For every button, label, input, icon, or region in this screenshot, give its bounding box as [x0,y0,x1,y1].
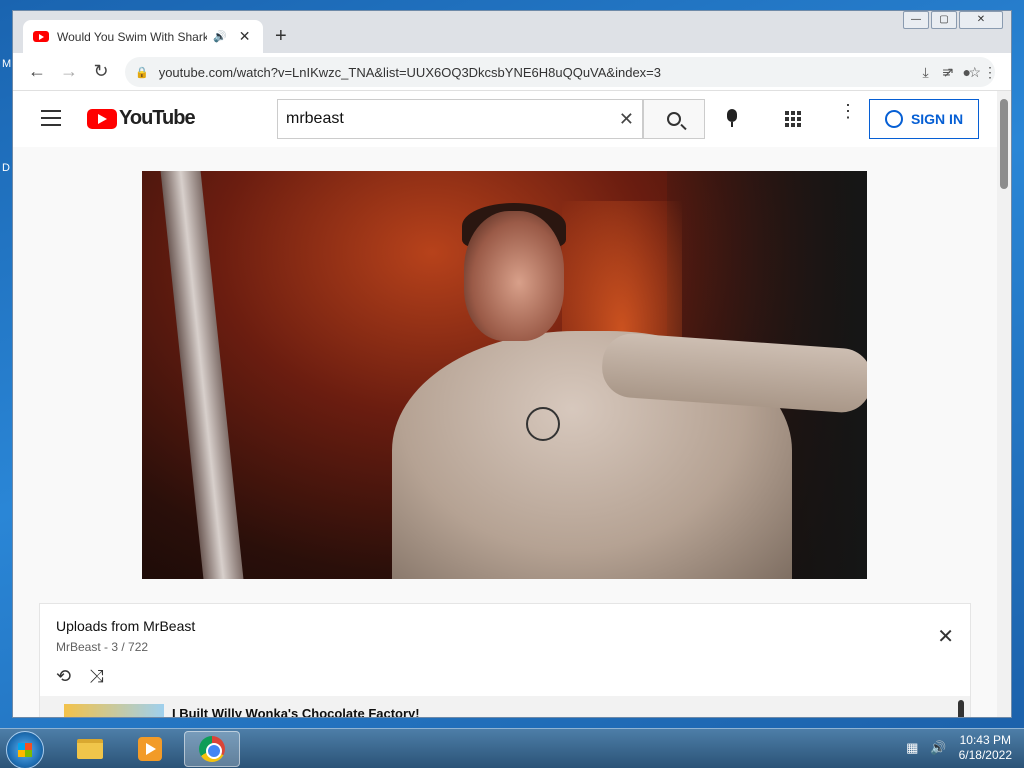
clock-date: 6/18/2022 [958,748,1012,762]
forward-button[interactable]: → [53,61,85,82]
video-thumbnail[interactable] [64,704,164,717]
window-close-button[interactable]: ✕ [959,11,1003,29]
playlist-title[interactable]: Uploads from MrBeast [56,618,195,634]
new-tab-button[interactable]: + [275,25,287,48]
maximize-button[interactable]: ▢ [931,11,957,29]
media-player-icon [138,737,162,761]
tab-strip: Would You Swim With Shark 🔊 ✕ + — ▢ ✕ [13,11,1011,53]
browser-menu-icon[interactable]: ⋮ [983,64,997,81]
hamburger-menu-icon[interactable] [41,110,61,126]
youtube-header: YouTube mrbeast ✕ ⋮ SIGN IN [13,91,999,147]
speaker-icon[interactable]: 🔊 [213,30,227,43]
address-bar[interactable]: 🔒 youtube.com/watch?v=LnIKwzc_TNA&list=U… [125,57,995,87]
playlist-scrollbar[interactable] [958,700,964,717]
microphone-icon[interactable] [727,109,737,127]
playlist-panel: Uploads from MrBeast MrBeast - 3 / 722 ✕… [39,603,971,717]
search-icon [667,112,681,126]
chrome-icon [199,736,225,762]
profile-icon[interactable]: ● [963,64,971,81]
youtube-play-icon [87,108,117,129]
window-controls: — ▢ ✕ [903,11,1003,29]
playlist-subtitle[interactable]: MrBeast - 3 / 722 [56,640,148,654]
youtube-page: YouTube mrbeast ✕ ⋮ SIGN IN Uploads from… [13,91,999,717]
clear-search-icon[interactable]: ✕ [619,109,634,130]
desktop-edge-text: D [2,162,10,174]
page-scrollbar[interactable] [997,91,1011,717]
desktop-edge-text: M [2,58,12,70]
media-queue-icon[interactable]: ≡ [942,64,950,81]
youtube-logo[interactable]: YouTube [87,107,196,130]
tab-title: Would You Swim With Shark [57,29,207,44]
apps-grid-icon[interactable] [785,111,801,127]
network-icon[interactable]: ▦ [906,740,918,756]
browser-tab[interactable]: Would You Swim With Shark 🔊 ✕ [23,20,263,53]
youtube-favicon-icon [33,31,49,42]
taskbar: ▦ 🔊 10:43 PM 6/18/2022 [0,728,1024,768]
browser-toolbar: ← → ↻ 🔒 youtube.com/watch?v=LnIKwzc_TNA&… [13,53,1011,91]
browser-window: Would You Swim With Shark 🔊 ✕ + — ▢ ✕ ← … [12,10,1012,718]
folder-icon [77,739,103,759]
media-player-button[interactable] [122,731,178,767]
loop-icon[interactable]: ⟲ [56,666,71,687]
minimize-button[interactable]: — [903,11,929,29]
install-icon[interactable]: ⤓ [923,64,929,81]
search-value[interactable]: mrbeast [286,110,619,128]
lock-icon[interactable]: 🔒 [135,66,149,79]
search-input[interactable]: mrbeast ✕ [277,99,643,139]
close-playlist-icon[interactable]: ✕ [937,624,954,649]
search-button[interactable] [643,99,705,139]
user-icon [884,110,903,128]
settings-more-icon[interactable]: ⋮ [839,102,857,120]
browser-extension-area: ≡ ● ⋮ [942,64,997,81]
tab-close-button[interactable]: ✕ [239,28,251,45]
shuffle-icon[interactable]: ⤨ [89,666,103,687]
reload-button[interactable]: ↻ [85,61,117,82]
volume-icon[interactable]: 🔊 [930,740,946,756]
url-text[interactable]: youtube.com/watch?v=LnIKwzc_TNA&list=UUX… [159,65,923,80]
sign-in-label: SIGN IN [910,111,964,127]
video-player[interactable] [142,171,867,579]
list-item[interactable]: I Built Willy Wonka's Chocolate Factory! [40,696,970,717]
scrollbar-thumb[interactable] [1000,99,1008,189]
system-tray: ▦ 🔊 10:43 PM 6/18/2022 [906,733,1012,763]
file-explorer-button[interactable] [62,731,118,767]
sign-in-button[interactable]: SIGN IN [869,99,979,139]
start-button[interactable] [6,731,44,768]
playlist-item-title[interactable]: I Built Willy Wonka's Chocolate Factory! [172,706,420,717]
playlist-controls: ⟲ ⤨ [56,666,104,687]
chrome-taskbar-button[interactable] [184,731,240,767]
shirt-logo-icon [526,407,560,441]
clock[interactable]: 10:43 PM 6/18/2022 [959,733,1012,763]
logo-text: YouTube [119,107,196,129]
clock-time: 10:43 PM [959,733,1011,747]
back-button[interactable]: ← [21,61,53,82]
